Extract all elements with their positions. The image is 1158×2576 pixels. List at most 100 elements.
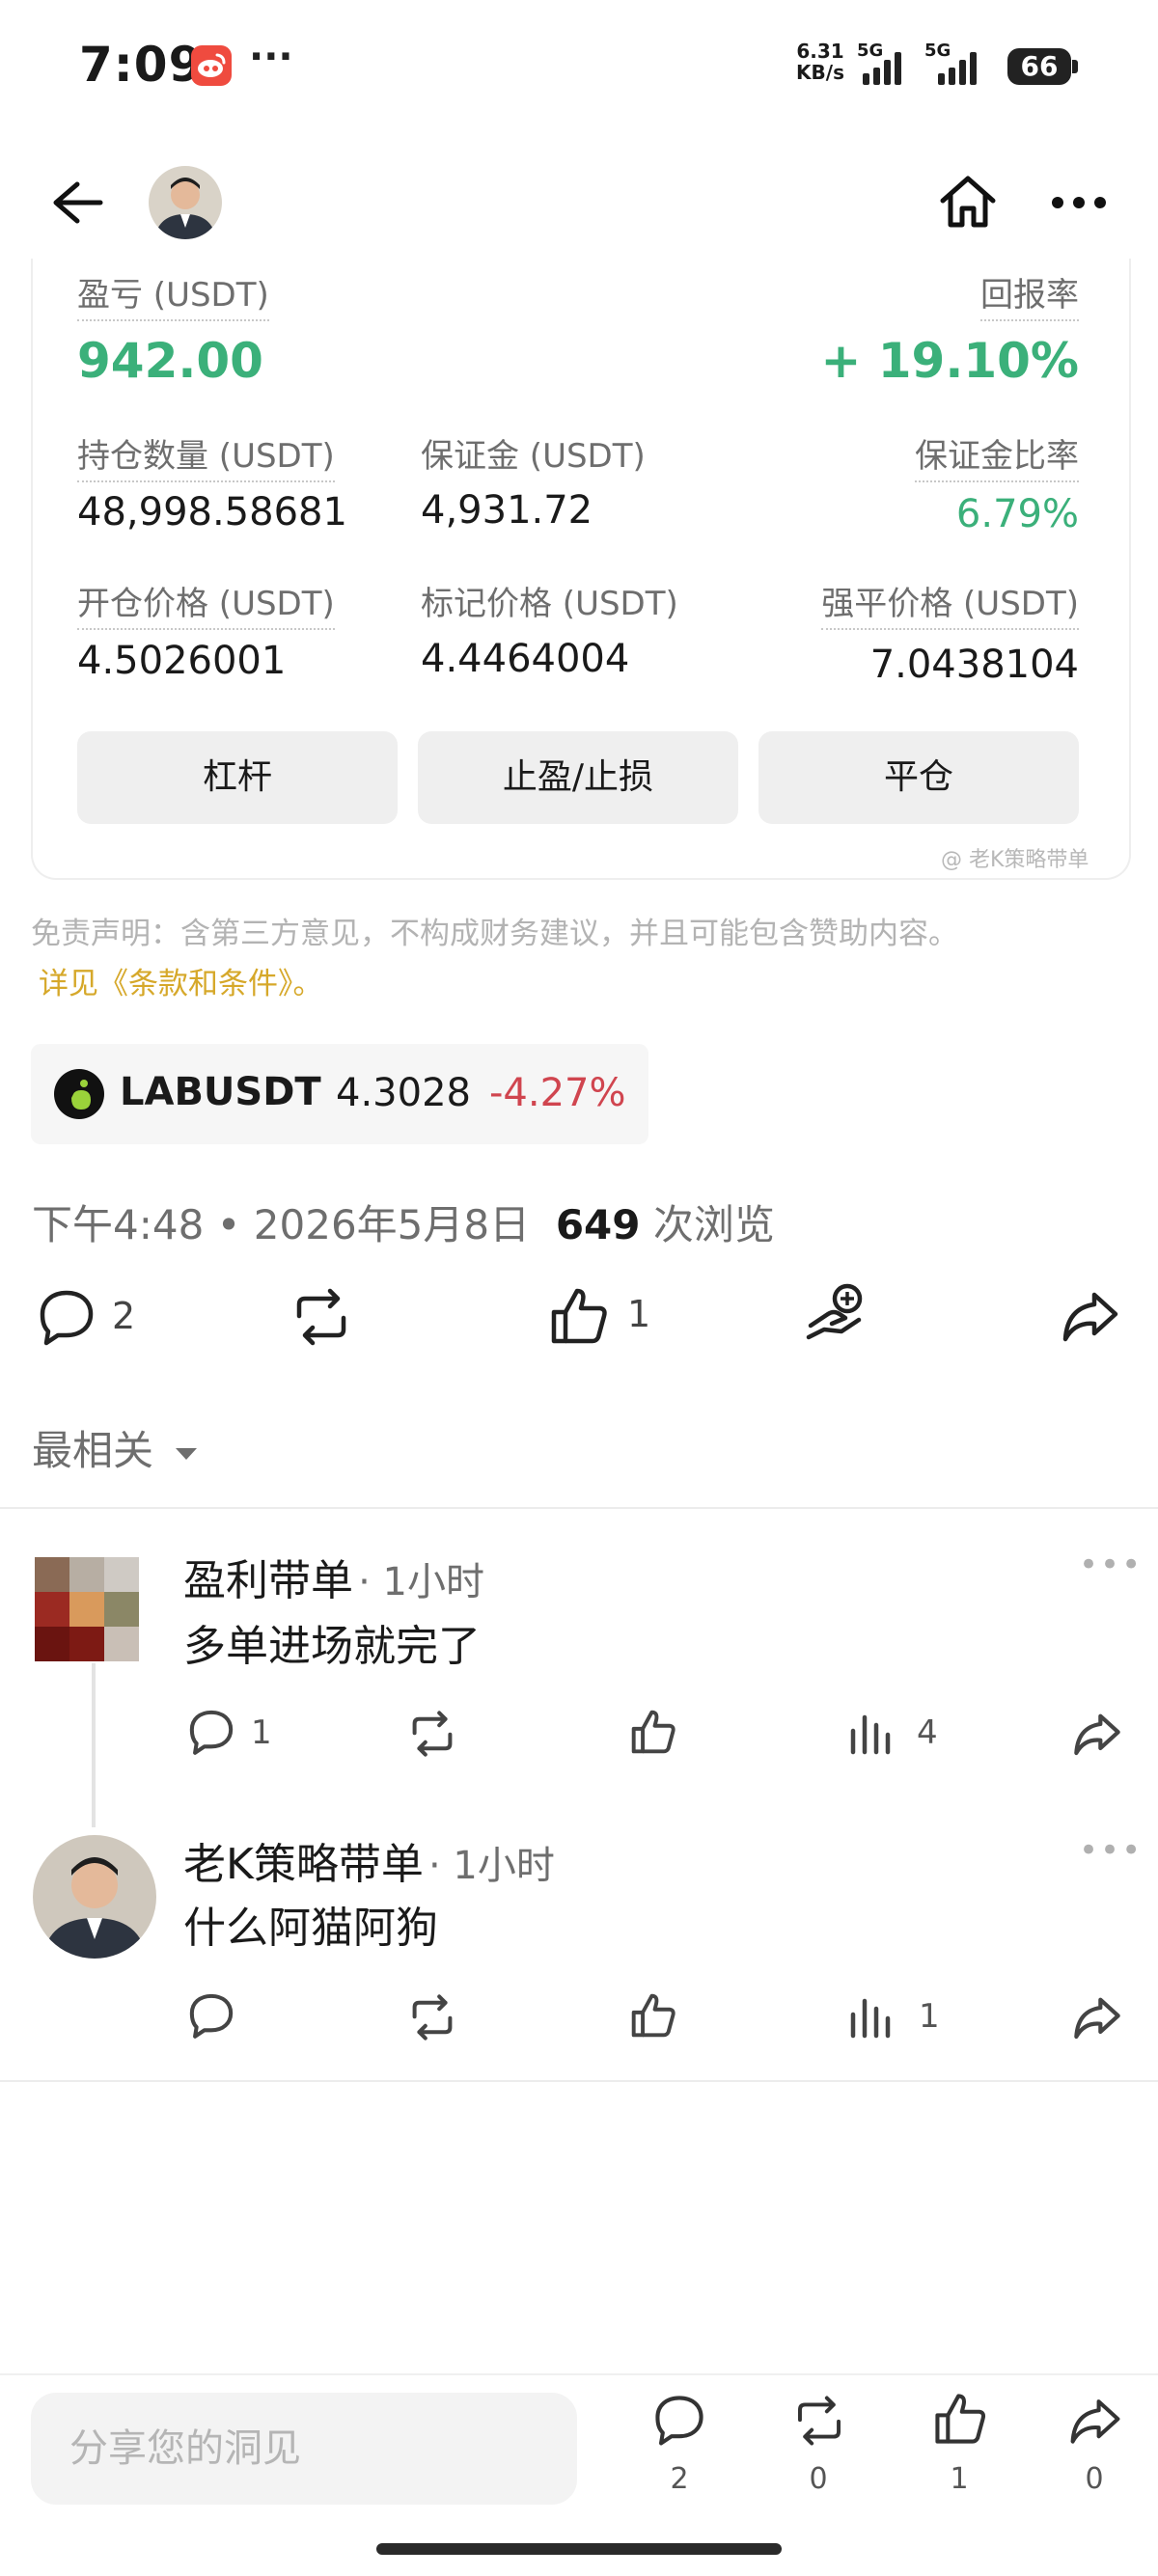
entry-price-value: 4.5026001 (77, 639, 287, 683)
comment-more-icon[interactable]: ••• (1079, 1546, 1143, 1584)
reply-input[interactable] (31, 2393, 577, 2505)
margin-value: 4,931.72 (421, 488, 593, 533)
bottom-share-count: 0 (1085, 2462, 1104, 2496)
bottom-comment-button[interactable] (652, 2393, 706, 2447)
status-time: 7:09 (79, 37, 204, 93)
liquidation-price-label: 强平价格 (USDT) (821, 577, 1079, 630)
comment-views-button[interactable] (849, 1993, 899, 2040)
comment-header: 老K策略带单 · 1小时 (183, 1829, 555, 1891)
repost-icon (296, 1288, 346, 1346)
bottom-like-count: 1 (950, 2462, 969, 2496)
position-size-label: 持仓数量 (USDT) (77, 429, 335, 482)
leverage-button[interactable]: 杠杆 (77, 731, 398, 824)
status-more-icon: ··· (249, 35, 293, 79)
lab-token-icon (54, 1069, 104, 1119)
share-button[interactable] (1060, 1287, 1121, 1345)
comment-icon (655, 2396, 703, 2446)
comment-header: 盈利带单 · 1小时 (183, 1546, 484, 1607)
mark-price-label: 标记价格 (USDT) (421, 585, 678, 623)
mark-price-value: 4.4464004 (421, 637, 630, 681)
ticker-chip[interactable]: LABUSDT 4.3028 -4.27% (31, 1044, 648, 1144)
margin-ratio-label: 保证金比率 (915, 429, 1079, 482)
comment-like-button[interactable] (629, 1991, 677, 2040)
like-count: 1 (627, 1293, 651, 1335)
comment-reply-button[interactable] (187, 1991, 235, 2040)
comment-more-icon[interactable]: ••• (1079, 1831, 1143, 1870)
caret-down-icon (176, 1447, 198, 1460)
roi-value: + 19.10% (820, 333, 1079, 389)
ticker-symbol: LABUSDT (120, 1070, 321, 1114)
comment-share-button[interactable] (1071, 1993, 1123, 2042)
comment-button[interactable] (37, 1287, 96, 1347)
comment-icon (40, 1290, 94, 1346)
home-icon[interactable] (938, 174, 998, 230)
thread-line (92, 1663, 96, 1827)
comment-icon (189, 1993, 234, 2039)
sort-selector[interactable]: 最相关 (32, 1418, 199, 1477)
commenter-avatar[interactable] (33, 1835, 156, 1959)
comment-repost-button[interactable] (405, 1710, 459, 1758)
back-arrow-icon[interactable] (48, 178, 106, 227)
ticker-change: -4.27% (489, 1071, 626, 1115)
signal-icon-sim1: 5G (857, 41, 911, 87)
margin-ratio-value: 6.79% (955, 492, 1079, 536)
bottom-repost-button[interactable] (789, 2395, 849, 2447)
comment-reply-button[interactable] (187, 1708, 235, 1756)
commenter-avatar[interactable] (35, 1557, 139, 1661)
home-indicator[interactable] (376, 2543, 782, 2555)
tip-button[interactable] (803, 1281, 868, 1347)
comment-views-button[interactable] (849, 1710, 899, 1756)
comment-repost-button[interactable] (405, 1993, 459, 2042)
comment-count: 2 (112, 1295, 136, 1337)
watermark: @ 老K策略带单 (941, 848, 1089, 872)
like-button[interactable] (548, 1285, 610, 1347)
more-options-icon[interactable] (1050, 193, 1108, 212)
comment-view-count: 4 (917, 1713, 938, 1752)
repost-icon (412, 1994, 453, 2041)
comment-like-button[interactable] (629, 1708, 677, 1756)
repost-icon (412, 1711, 453, 1757)
close-position-button[interactable]: 平仓 (758, 731, 1079, 824)
reply-input-container (31, 2393, 577, 2505)
view-count: 649 (555, 1201, 641, 1248)
liquidation-price-value: 7.0438104 (869, 643, 1079, 687)
share-icon (1074, 1713, 1120, 1756)
author-avatar[interactable] (149, 166, 222, 239)
bottom-share-button[interactable] (1067, 2395, 1123, 2447)
comment-view-count: 1 (919, 1997, 940, 2036)
terms-link[interactable]: 详见《条款和条件》。 (39, 959, 323, 1002)
pnl-value: 942.00 (77, 333, 263, 389)
comment-text: 多单进场就完了 (183, 1622, 481, 1671)
post-timestamp: 下午4:48 • 2026年5月8日 649 次浏览 (32, 1201, 775, 1248)
signal-icon-sim2: 5G (924, 41, 992, 87)
commenter-name[interactable]: 盈利带单 (183, 1556, 353, 1605)
bar-chart-icon (850, 1998, 891, 2039)
thumbs-up-icon (631, 1993, 676, 2038)
disclaimer-text: 免责声明：含第三方意见，不构成财务建议，并且可能包含赞助内容。 (31, 917, 958, 951)
commenter-name[interactable]: 老K策略带单 (183, 1840, 424, 1889)
ticker-price: 4.3028 (336, 1071, 471, 1115)
comment-text: 什么阿猫阿狗 (183, 1904, 438, 1953)
tpsl-button[interactable]: 止盈/止损 (418, 731, 738, 824)
margin-label: 保证金 (USDT) (421, 437, 646, 476)
battery-icon: 66 (1007, 48, 1071, 85)
comment-share-button[interactable] (1071, 1710, 1123, 1758)
bottom-repost-count: 0 (809, 2462, 828, 2496)
bottom-comment-count: 2 (670, 2462, 689, 2496)
comments-end-divider (0, 2080, 1158, 2082)
weibo-notification-icon (191, 45, 232, 86)
repost-icon (798, 2396, 841, 2446)
comment-time: · 1小时 (427, 1844, 555, 1888)
share-icon (1070, 2399, 1120, 2444)
pnl-label: 盈亏 (USDT) (77, 268, 269, 321)
comments-divider (0, 1507, 1158, 1509)
comment-icon (189, 1710, 234, 1755)
tip-icon (806, 1283, 863, 1340)
comment-reply-count: 1 (251, 1713, 272, 1752)
bottom-bar-divider (0, 2373, 1158, 2375)
thumbs-up-icon (551, 1288, 607, 1344)
entry-price-label: 开仓价格 (USDT) (77, 577, 335, 630)
thumbs-up-icon (631, 1710, 676, 1754)
bottom-like-button[interactable] (932, 2391, 988, 2447)
repost-button[interactable] (288, 1287, 355, 1347)
